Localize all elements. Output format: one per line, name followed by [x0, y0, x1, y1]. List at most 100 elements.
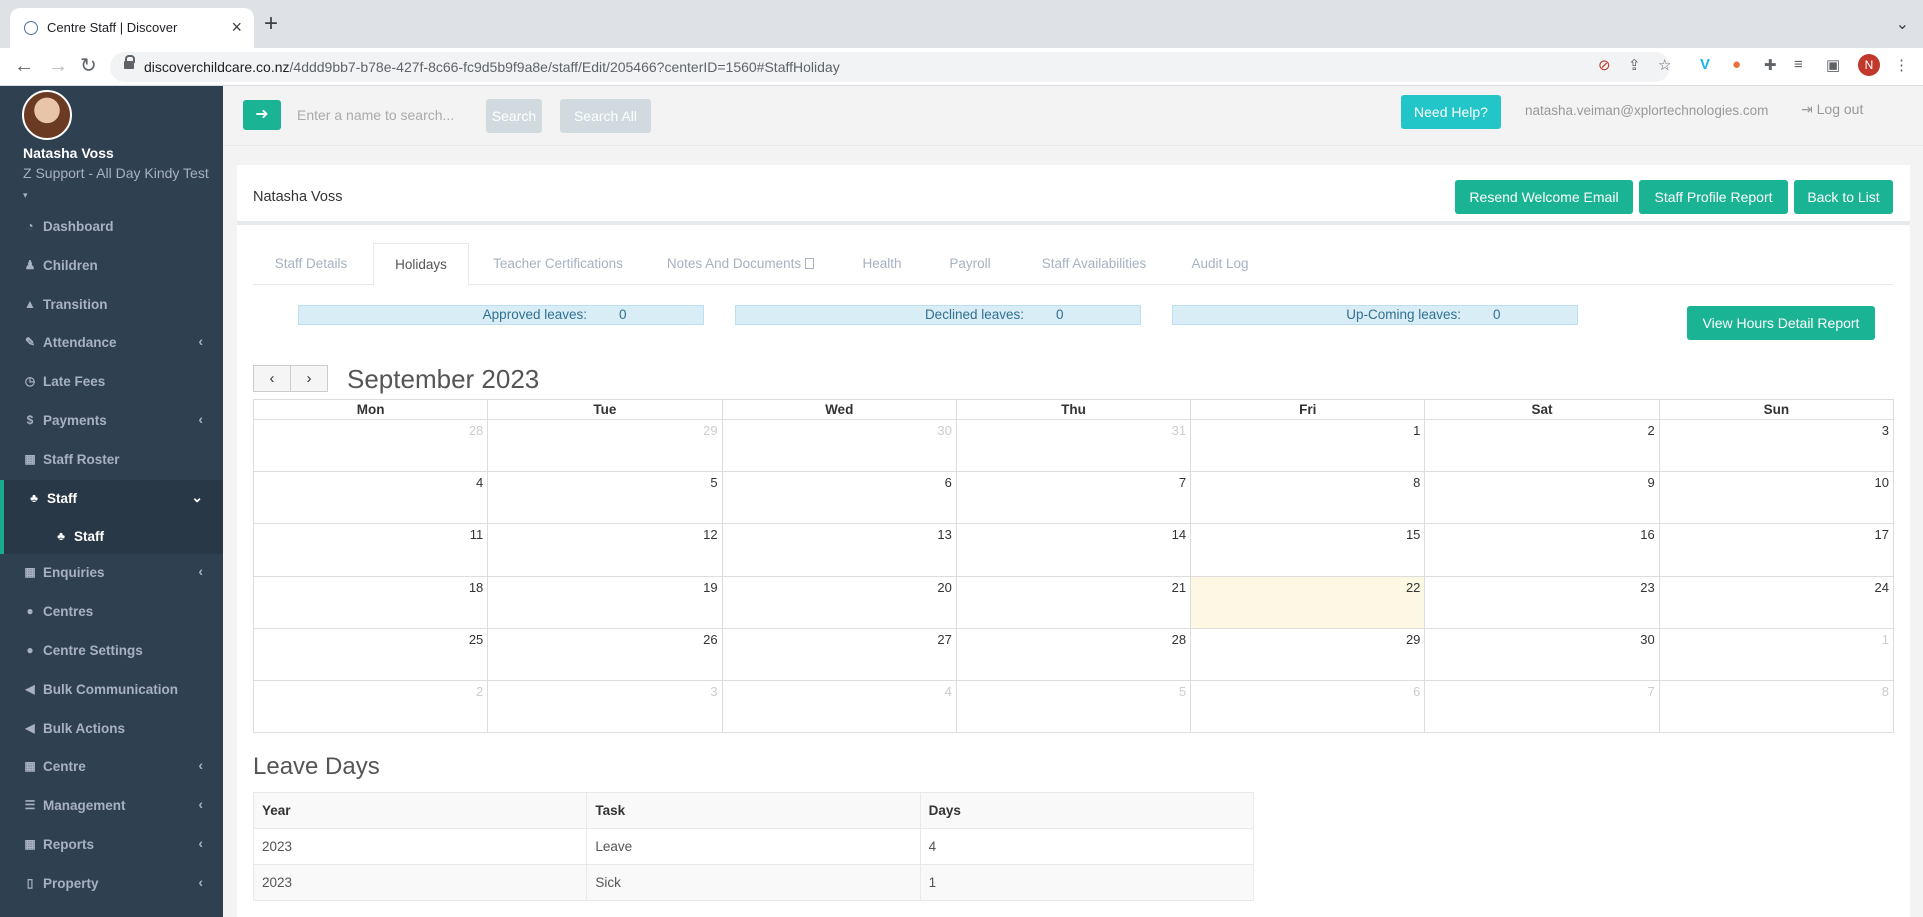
- reload-icon[interactable]: ↻: [80, 54, 97, 78]
- sidebar-item-late-fees[interactable]: ◷ Late Fees: [0, 363, 223, 402]
- tab-holidays[interactable]: Holidays: [373, 243, 469, 286]
- calendar-day[interactable]: 8: [1190, 471, 1426, 525]
- calendar-day[interactable]: 14: [955, 523, 1192, 577]
- calendar-day[interactable]: 5: [487, 471, 723, 525]
- calendar-day[interactable]: 8: [1658, 679, 1895, 734]
- calendar-day[interactable]: 7: [1424, 679, 1660, 734]
- tab-staff-details[interactable]: Staff Details: [253, 243, 369, 285]
- view-hours-detail-report-button[interactable]: View Hours Detail Report: [1687, 306, 1875, 340]
- calendar-day[interactable]: 1: [1190, 418, 1426, 473]
- menu-kebab-icon[interactable]: ⋮: [1894, 56, 1909, 74]
- calendar-day[interactable]: 26: [487, 627, 723, 681]
- calendar-day[interactable]: 13: [721, 523, 957, 577]
- calendar-day[interactable]: 29: [1190, 627, 1426, 681]
- calendar-day[interactable]: 28: [955, 627, 1192, 681]
- sidebar-item-children[interactable]: ♟ Children: [0, 247, 223, 286]
- centre-dropdown[interactable]: Z Support - All Day Kindy Test ▾: [23, 164, 213, 204]
- share-icon[interactable]: ⇪: [1628, 56, 1641, 74]
- search-all-button[interactable]: Search All: [560, 99, 651, 133]
- resend-welcome-email-button[interactable]: Resend Welcome Email: [1455, 180, 1633, 214]
- calendar-day[interactable]: 7: [955, 471, 1192, 525]
- calendar-day[interactable]: 15: [1190, 523, 1426, 577]
- prev-month-button[interactable]: ‹: [253, 365, 291, 392]
- tab-payroll[interactable]: Payroll: [931, 243, 1009, 285]
- calendar-day[interactable]: 30: [721, 418, 957, 473]
- sidepanel-icon[interactable]: ▣: [1826, 56, 1840, 74]
- search-button[interactable]: Search: [486, 99, 542, 133]
- calendar-day[interactable]: 17: [1658, 523, 1895, 577]
- sidebar-item-centres[interactable]: ● Centres: [0, 593, 223, 632]
- calendar-day[interactable]: 10: [1658, 471, 1895, 525]
- sidebar-item-bulk-communication[interactable]: ◀ Bulk Communication: [0, 671, 223, 710]
- star-icon[interactable]: ☆: [1658, 56, 1671, 74]
- calendar-day[interactable]: 4: [252, 471, 489, 525]
- tab-audit-log[interactable]: Audit Log: [1175, 243, 1265, 285]
- calendar-day[interactable]: 6: [721, 471, 957, 525]
- calendar-day[interactable]: 5: [955, 679, 1192, 734]
- sidebar-item-attendance[interactable]: ✎ Attendance ‹: [0, 324, 223, 363]
- sidebar-item-centre-settings[interactable]: ● Centre Settings: [0, 632, 223, 671]
- search-input[interactable]: [291, 100, 481, 130]
- sidebar-item-staff[interactable]: ♣ Staff ⌄: [0, 479, 223, 519]
- calendar-day[interactable]: 23: [1424, 575, 1660, 629]
- calendar-day[interactable]: 29: [487, 418, 723, 473]
- calendar-day[interactable]: 21: [955, 575, 1192, 629]
- forward-icon[interactable]: →: [48, 54, 68, 78]
- calendar-day[interactable]: 3: [487, 679, 723, 734]
- sidebar-item-centre[interactable]: ▦ Centre ‹: [0, 748, 223, 787]
- sidebar-item-staff-sub[interactable]: ♣ Staff: [0, 518, 223, 555]
- calendar-day[interactable]: 27: [721, 627, 957, 681]
- sidebar-item-transition[interactable]: ▲ Transition: [0, 286, 223, 325]
- logout-link[interactable]: ⇥ Log out: [1801, 101, 1863, 118]
- calendar-day[interactable]: 18: [252, 575, 489, 629]
- sidebar-item-management[interactable]: ☰ Management ‹: [0, 787, 223, 826]
- calendar-day[interactable]: 12: [487, 523, 723, 577]
- tab-notes-and-documents[interactable]: Notes And Documents: [653, 243, 828, 285]
- sidebar-item-enquiries[interactable]: ▦ Enquiries ‹: [0, 554, 223, 593]
- calendar-day[interactable]: 20: [721, 575, 957, 629]
- media-queue-icon[interactable]: ≡: [1794, 56, 1803, 73]
- close-tab-icon[interactable]: ×: [231, 17, 242, 38]
- calendar-day[interactable]: 19: [487, 575, 723, 629]
- vimeo-icon[interactable]: V: [1700, 56, 1710, 73]
- calendar-day[interactable]: 1: [1658, 627, 1895, 681]
- calendar-day-today[interactable]: 22: [1190, 575, 1426, 629]
- calendar-day[interactable]: 28: [252, 418, 489, 473]
- calendar-day[interactable]: 24: [1658, 575, 1895, 629]
- tab-health[interactable]: Health: [843, 243, 921, 285]
- sidebar-item-payments[interactable]: $ Payments ‹: [0, 402, 223, 441]
- sidebar-item-property[interactable]: ▯ Property ‹: [0, 865, 223, 904]
- calendar-day[interactable]: 2: [252, 679, 489, 734]
- chevron-down-icon[interactable]: ⌄: [1896, 14, 1909, 34]
- avatar[interactable]: [22, 90, 72, 140]
- calendar-day[interactable]: 4: [721, 679, 957, 734]
- browser-tab[interactable]: Centre Staff | Discover ×: [10, 8, 254, 48]
- sidebar-item-reports[interactable]: ▦ Reports ‹: [0, 826, 223, 865]
- back-to-list-button[interactable]: Back to List: [1794, 180, 1893, 214]
- tab-staff-availabilities[interactable]: Staff Availabilities: [1019, 243, 1169, 285]
- sidebar-item-dashboard[interactable]: ◔ Dashboard: [0, 208, 223, 247]
- calendar-day[interactable]: 16: [1424, 523, 1660, 577]
- calendar-day[interactable]: 9: [1424, 471, 1660, 525]
- extension-orange-icon[interactable]: ●: [1732, 56, 1741, 73]
- sidebar-item-staff-roster[interactable]: ▦ Staff Roster: [0, 441, 223, 480]
- next-month-button[interactable]: ›: [290, 365, 328, 392]
- calendar-day[interactable]: 31: [955, 418, 1192, 473]
- calendar-day[interactable]: 3: [1658, 418, 1895, 473]
- calendar-day[interactable]: 11: [252, 523, 489, 577]
- need-help-button[interactable]: Need Help?: [1401, 95, 1501, 129]
- staff-profile-report-button[interactable]: Staff Profile Report: [1639, 180, 1788, 214]
- blocked-icon[interactable]: ⊘: [1598, 56, 1611, 74]
- tab-teacher-certifications[interactable]: Teacher Certifications: [473, 243, 643, 285]
- calendar-day[interactable]: 25: [252, 627, 489, 681]
- calendar-day[interactable]: 30: [1424, 627, 1660, 681]
- puzzle-icon[interactable]: ✚: [1764, 56, 1777, 74]
- back-arrow-button[interactable]: ➜: [243, 100, 281, 130]
- calendar-day[interactable]: 2: [1424, 418, 1660, 473]
- address-bar[interactable]: discoverchildcare.co.nz/4ddd9bb7-b78e-42…: [110, 52, 1670, 82]
- new-tab-icon[interactable]: +: [264, 10, 278, 38]
- profile-avatar[interactable]: N: [1858, 54, 1880, 76]
- calendar-day[interactable]: 6: [1190, 679, 1426, 734]
- back-icon[interactable]: ←: [14, 54, 34, 78]
- sidebar-item-bulk-actions[interactable]: ◀ Bulk Actions: [0, 710, 223, 749]
